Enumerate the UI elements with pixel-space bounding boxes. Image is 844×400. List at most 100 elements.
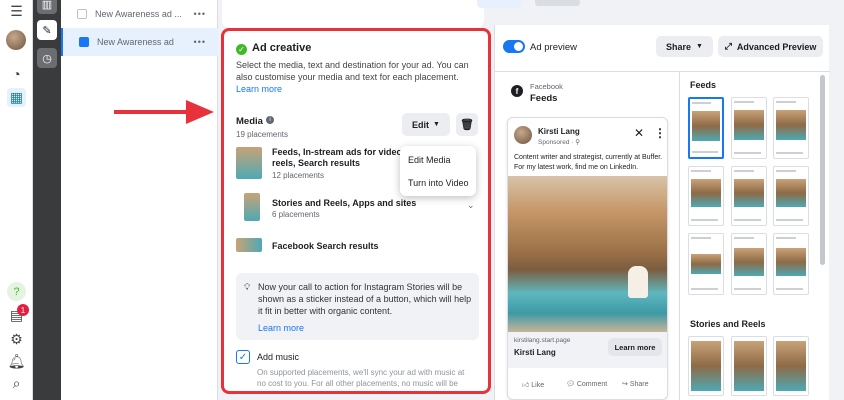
tool-strip: ▥ ✎ ◷	[33, 0, 61, 400]
placement-thumbnail[interactable]	[731, 97, 767, 159]
feed-post-preview: Kirsti Lang Sponsored · ⚲ ✕ ⋮ Content wr…	[507, 117, 668, 400]
advanced-preview-label: Advanced Preview	[736, 41, 817, 52]
placement-thumbnail[interactable]	[688, 166, 724, 226]
advanced-preview-button[interactable]: ⤢ Advanced Preview	[718, 36, 823, 57]
placement-thumbnail[interactable]	[773, 97, 809, 159]
post-image	[508, 176, 667, 332]
edit-dropdown-button[interactable]: Edit ▼	[402, 113, 450, 136]
placement-thumbnail[interactable]	[731, 233, 767, 295]
feeds-heading: Feeds	[690, 80, 717, 90]
row-title: Stories and Reels, Apps and sites	[272, 198, 417, 208]
story-thumbnail[interactable]	[688, 336, 724, 396]
row-title: Facebook Search results	[272, 241, 379, 251]
menu-item-turn-into-video[interactable]: Turn into Video	[408, 178, 469, 188]
menu-item-edit-media[interactable]: Edit Media	[408, 155, 451, 165]
pencil-icon[interactable]: ✎	[37, 20, 57, 40]
clock-icon[interactable]: ◷	[37, 48, 57, 68]
ad-checkbox[interactable]	[79, 37, 89, 47]
share-icon: ↪	[622, 381, 628, 388]
chevron-down-icon[interactable]: ⌄	[467, 200, 475, 211]
row-subtitle: 12 placements	[272, 171, 325, 180]
placements-count: 19 placements	[236, 130, 289, 139]
edit-tab[interactable]	[477, 0, 522, 8]
post-meta: Sponsored · ⚲	[538, 139, 580, 146]
link-title: Kirsti Lang	[514, 348, 556, 357]
search-icon[interactable]: ⌕	[7, 374, 26, 393]
gear-icon[interactable]: ⚙	[7, 330, 26, 349]
caret-down-icon: ▼	[696, 43, 703, 50]
share-button[interactable]: Share ▼	[656, 36, 713, 57]
dashboard-icon[interactable]: ◔	[7, 64, 26, 83]
like-action[interactable]: 👍︎ Like	[522, 380, 544, 389]
trash-icon[interactable]: 🗑︎	[456, 113, 478, 136]
more-icon[interactable]: •••	[194, 9, 206, 19]
review-tab[interactable]	[535, 0, 580, 6]
share-label: Share	[666, 41, 692, 52]
close-icon[interactable]: ✕	[634, 126, 644, 140]
more-icon[interactable]: •••	[194, 37, 206, 47]
campaign-tree: New Awareness ad ... ••• New Awareness a…	[61, 0, 218, 400]
scrollbar[interactable]	[820, 75, 825, 265]
media-thumbnail	[244, 193, 260, 221]
post-name: Kirsti Lang	[538, 127, 580, 136]
placement-thumbnail[interactable]	[731, 166, 767, 226]
notice-learn-more-link[interactable]: Learn more	[258, 323, 304, 333]
placement-thumbnail[interactable]	[688, 97, 724, 159]
comment-label: Comment	[576, 381, 608, 388]
annotation-arrow	[114, 100, 214, 124]
like-label: Like	[531, 382, 545, 389]
row-title-cont: reels, Search results	[272, 158, 361, 168]
help-icon[interactable]: ?	[7, 282, 26, 301]
story-thumbnail[interactable]	[731, 336, 767, 396]
preview-toggle[interactable]	[503, 40, 525, 53]
info-icon[interactable]: i	[266, 116, 274, 124]
post-text: Content writer and strategist, currently…	[514, 154, 663, 171]
ad-preview-panel: Ad preview Share ▼ ⤢ Advanced Preview f …	[494, 25, 830, 400]
notice-box: 💡︎ Now your call to action for Instagram…	[236, 273, 479, 340]
story-thumbnail[interactable]	[773, 336, 809, 396]
link-bar: kirstilang.start.page Kirsti Lang Learn …	[508, 332, 667, 368]
comment-icon: 💬︎	[566, 381, 575, 388]
tree-item-ad-1[interactable]: New Awareness ad ... •••	[61, 0, 218, 28]
platform-label: Facebook	[530, 82, 563, 91]
menu-icon[interactable]: ☰	[7, 2, 26, 21]
media-label: Media	[236, 116, 263, 127]
learn-more-link[interactable]: Learn more	[236, 84, 282, 94]
comment-action[interactable]: 💬︎ Comment	[566, 380, 607, 388]
edit-dropdown-menu: Edit Media Turn into Video	[400, 146, 476, 196]
share-action[interactable]: ↪ Share	[622, 380, 649, 388]
avatar[interactable]	[6, 30, 26, 50]
preview-toggle-label: Ad preview	[530, 42, 577, 53]
like-icon: 👍︎	[522, 382, 530, 389]
section-description: Select the media, text and destination f…	[236, 60, 469, 82]
tree-item-label: New Awareness ad	[97, 37, 174, 47]
placement-thumbnail[interactable]	[688, 233, 724, 295]
tree-item-label: New Awareness ad ...	[95, 9, 182, 19]
stories-heading: Stories and Reels	[690, 319, 766, 329]
placement-thumbnail[interactable]	[773, 233, 809, 295]
section-title: Ad creative	[252, 42, 312, 54]
placement-thumbnail[interactable]	[773, 166, 809, 226]
learn-more-cta-button[interactable]: Learn more	[608, 338, 662, 356]
more-vertical-icon[interactable]: ⋮	[654, 126, 666, 140]
global-sidebar: ☰ ◔ ▦ ? ▤ 1 ⚙ 🔔︎ ⌕	[0, 0, 33, 400]
share-action-label: Share	[629, 381, 649, 388]
table-icon[interactable]: ▦	[7, 88, 26, 107]
media-thumbnail	[236, 238, 262, 252]
link-domain: kirstilang.start.page	[514, 337, 571, 344]
expand-icon: ⤢	[724, 41, 732, 51]
chart-icon[interactable]: ▥	[37, 0, 57, 14]
add-music-checkbox[interactable]: ✓	[236, 350, 250, 364]
facebook-icon: f	[511, 85, 523, 97]
check-circle-icon: ✓	[236, 44, 247, 55]
person-figure	[628, 266, 648, 298]
tree-item-ad-2[interactable]: New Awareness ad •••	[61, 28, 218, 56]
add-music-description: On supported placements, we'll sync your…	[257, 368, 465, 391]
bell-icon[interactable]: 🔔︎	[7, 352, 26, 371]
ad-creative-card: ✓ Ad creative Select the media, text and…	[221, 28, 491, 394]
placement-label: Feeds	[530, 93, 558, 104]
add-music-label: Add music	[257, 352, 300, 362]
media-thumbnail	[236, 147, 262, 179]
post-avatar	[514, 126, 532, 144]
ad-checkbox[interactable]	[77, 9, 87, 19]
